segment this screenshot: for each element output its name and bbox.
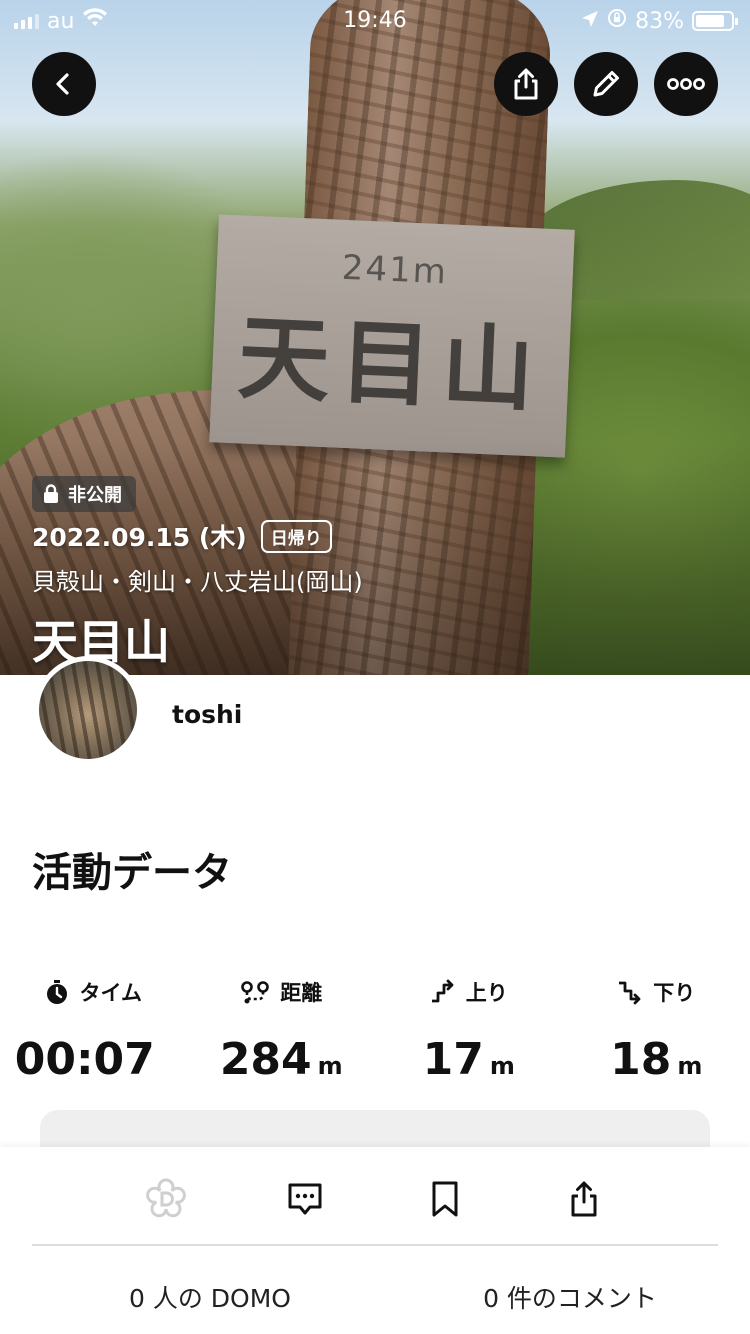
summit-sign-elevation: 241m	[341, 247, 449, 292]
edit-button[interactable]	[574, 52, 638, 116]
more-icon	[667, 78, 705, 90]
bottom-action-bar: 0 人の DOMO 0 件のコメント	[0, 1147, 750, 1334]
stat-value-number: 18	[610, 1034, 672, 1085]
stat-ascent: 上り 17 m	[375, 970, 563, 1085]
summit-sign: 241m 天目山	[209, 214, 575, 458]
share-button[interactable]	[494, 52, 558, 116]
chevron-left-icon	[56, 73, 69, 95]
avatar[interactable]	[34, 656, 142, 764]
bookmark-button[interactable]	[417, 1171, 473, 1227]
comment-button[interactable]	[277, 1171, 333, 1227]
rotation-lock-icon	[607, 8, 627, 34]
share-icon	[514, 68, 538, 100]
comment-count[interactable]: 0 件のコメント	[390, 1279, 750, 1315]
share-icon	[571, 1181, 597, 1217]
stat-descent: 下り 18 m	[563, 970, 750, 1085]
stat-label-text: 下り	[653, 981, 696, 1005]
route-icon	[241, 981, 270, 1004]
stat-label-text: 距離	[280, 981, 323, 1005]
pencil-icon	[593, 71, 619, 97]
reaction-counts: 0 人の DOMO 0 件のコメント	[0, 1279, 750, 1315]
stat-unit: m	[489, 1052, 515, 1080]
comment-icon	[288, 1183, 322, 1215]
battery-level	[696, 15, 725, 27]
stat-value-number: 17	[422, 1034, 484, 1085]
stat-unit: m	[317, 1052, 343, 1080]
action-icons	[0, 1171, 750, 1227]
stat-time-value: 00:07	[0, 1034, 188, 1085]
stat-distance-value: 284 m	[188, 1034, 376, 1085]
more-button[interactable]	[654, 52, 718, 116]
stat-label-text: 上り	[465, 981, 508, 1005]
activity-date: 2022.09.15 (木)	[32, 523, 247, 552]
lock-icon	[44, 484, 58, 503]
stat-time-label: タイム	[0, 970, 188, 1014]
stat-time: タイム 00:07	[0, 970, 188, 1085]
visibility-badge: 非公開	[32, 476, 136, 512]
date-row: 2022.09.15 (木) 日帰り	[32, 518, 332, 554]
status-bar: au 19:46 83%	[0, 0, 750, 40]
stat-distance-label: 距離	[188, 970, 376, 1014]
section-title-activity: 活動データ	[32, 850, 232, 896]
domo-flower-icon	[146, 1178, 186, 1218]
status-right: 83%	[581, 8, 738, 34]
mountain-names[interactable]: 貝殻山・剣山・八丈岩山(岡山)	[32, 562, 363, 597]
summit-sign-name: 天目山	[235, 303, 546, 425]
user-name[interactable]: toshi	[172, 700, 242, 729]
stat-value-number: 284	[219, 1034, 312, 1085]
stat-descent-label: 下り	[563, 970, 750, 1014]
descent-icon	[619, 981, 641, 1005]
stat-value-number: 00:07	[14, 1034, 155, 1085]
stat-ascent-value: 17 m	[375, 1034, 563, 1085]
ascent-icon	[431, 979, 454, 1003]
battery-percent: 83%	[635, 8, 684, 34]
visibility-label: 非公開	[68, 485, 122, 506]
stat-descent-value: 18 m	[563, 1034, 750, 1085]
domo-button[interactable]	[138, 1171, 194, 1227]
battery-icon	[692, 11, 738, 31]
divider	[32, 1244, 718, 1246]
stat-label-text: タイム	[79, 981, 143, 1005]
share-bottom-button[interactable]	[556, 1171, 612, 1227]
activity-stats: タイム 00:07 距離 284 m 上り 17 m 下り 18 m	[0, 970, 750, 1085]
trip-type-tag: 日帰り	[260, 519, 332, 553]
location-arrow-icon	[581, 9, 599, 34]
domo-count[interactable]: 0 人の DOMO	[0, 1279, 390, 1315]
back-button[interactable]	[32, 52, 96, 116]
stat-ascent-label: 上り	[375, 970, 563, 1014]
stat-unit: m	[677, 1052, 703, 1080]
bookmark-icon	[432, 1181, 458, 1217]
stat-distance: 距離 284 m	[188, 970, 376, 1085]
stopwatch-icon	[47, 980, 68, 1004]
